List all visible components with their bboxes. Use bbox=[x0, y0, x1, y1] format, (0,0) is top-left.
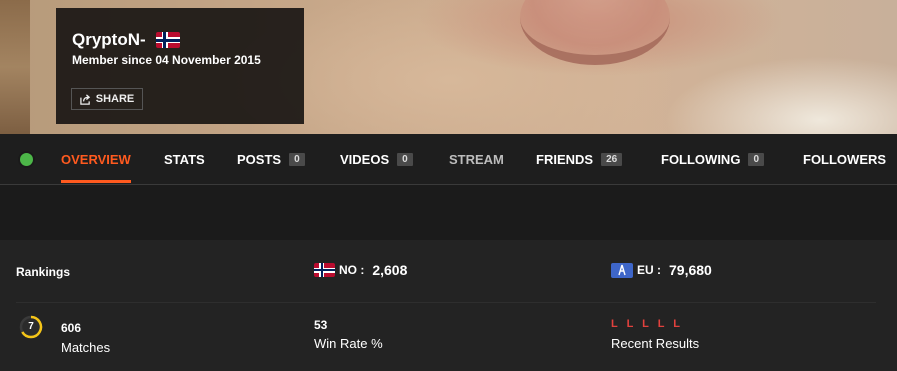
count-badge: 0 bbox=[397, 152, 413, 166]
count-badge: 0 bbox=[289, 152, 305, 166]
region-rank-value: 79,680 bbox=[669, 262, 712, 278]
share-label: SHARE bbox=[95, 93, 135, 105]
country-ranking: NO : 2,608 bbox=[314, 262, 407, 278]
matches-label: Matches bbox=[61, 340, 111, 355]
tab-label: STATS bbox=[164, 151, 205, 167]
tab-label: FOLLOWING bbox=[661, 151, 741, 167]
tab-stats[interactable]: STATS bbox=[164, 134, 205, 184]
tab-overview[interactable]: OVERVIEW bbox=[61, 134, 131, 184]
overview-panel: Rankings NO : 2,608 EU : 79,680 7 606 Ma… bbox=[0, 240, 897, 371]
profile-nav: OVERVIEW STATS POSTS 0 VIDEOS 0 STREAM F… bbox=[0, 134, 897, 185]
tab-label: FRIENDS bbox=[536, 151, 594, 167]
member-since: Member since 04 November 2015 bbox=[72, 53, 261, 67]
tab-friends[interactable]: FRIENDS 26 bbox=[536, 134, 623, 184]
tab-label: POSTS bbox=[237, 151, 282, 167]
tab-following[interactable]: FOLLOWING 0 bbox=[661, 134, 764, 184]
recent-results: L L L L L bbox=[611, 318, 684, 330]
username-row: QryptoN- bbox=[72, 30, 180, 50]
region-icon bbox=[611, 262, 633, 278]
country-rank-value: 2,608 bbox=[372, 262, 408, 278]
norway-flag-icon bbox=[314, 263, 335, 277]
online-status-icon bbox=[18, 151, 35, 168]
tab-posts[interactable]: POSTS 0 bbox=[237, 134, 305, 184]
banner-image-edge bbox=[0, 0, 30, 134]
matches-value: 606 bbox=[61, 321, 82, 335]
count-badge: 26 bbox=[601, 152, 623, 166]
level-value: 7 bbox=[28, 321, 34, 332]
tab-label: STREAM bbox=[449, 151, 504, 167]
tab-videos[interactable]: VIDEOS 0 bbox=[340, 134, 413, 184]
recent-results-label: Recent Results bbox=[611, 336, 700, 351]
profile-card: QryptoN- Member since 04 November 2015 S… bbox=[56, 8, 304, 124]
banner-image bbox=[520, 0, 670, 65]
tab-label: VIDEOS bbox=[340, 151, 390, 167]
tab-followers[interactable]: FOLLOWERS bbox=[803, 134, 886, 184]
country-code: NO : bbox=[339, 263, 365, 277]
winrate-label: Win Rate % bbox=[314, 336, 383, 351]
norway-flag-icon bbox=[155, 32, 180, 48]
divider bbox=[16, 302, 876, 303]
tab-stream[interactable]: STREAM bbox=[449, 134, 504, 184]
region-ranking: EU : 79,680 bbox=[611, 262, 712, 278]
profile-banner: QryptoN- Member since 04 November 2015 S… bbox=[0, 0, 897, 134]
username: QryptoN- bbox=[72, 30, 146, 49]
winrate-value: 53 bbox=[314, 318, 328, 332]
tab-label: FOLLOWERS bbox=[803, 151, 887, 167]
region-code: EU : bbox=[637, 263, 661, 277]
rankings-label: Rankings bbox=[16, 265, 71, 279]
share-button[interactable]: SHARE bbox=[71, 88, 143, 110]
count-badge: 0 bbox=[748, 152, 764, 166]
share-icon bbox=[80, 93, 90, 105]
tab-label: OVERVIEW bbox=[61, 151, 131, 167]
